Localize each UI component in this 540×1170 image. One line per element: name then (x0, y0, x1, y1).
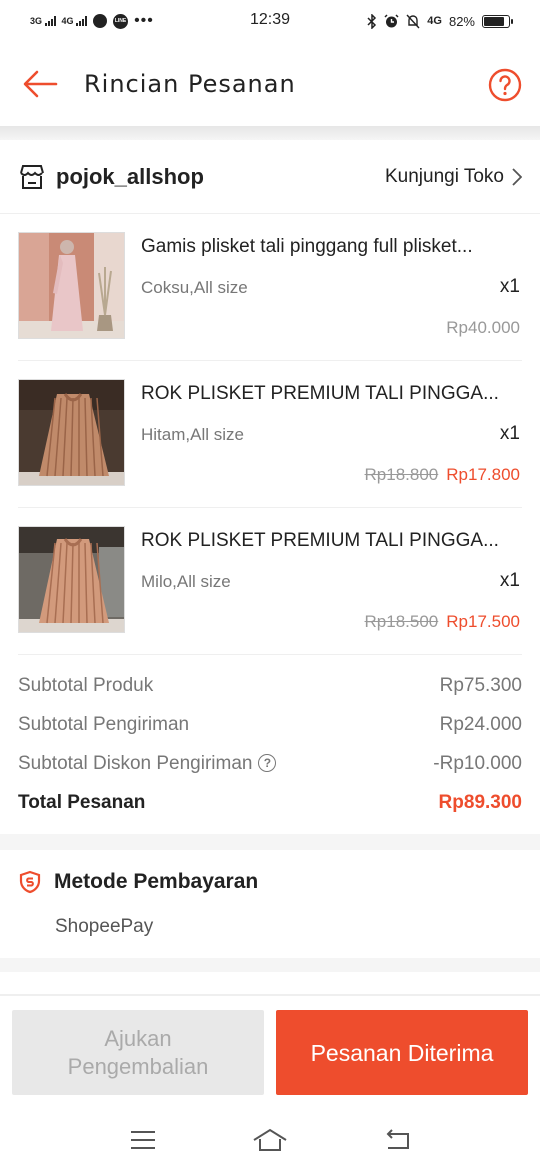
order-summary: Subtotal Produk Rp75.300 Subtotal Pengir… (18, 666, 522, 822)
header-divider (0, 126, 540, 140)
subtotal-product-label: Subtotal Produk (18, 674, 154, 696)
home-icon (253, 1128, 287, 1151)
help-button[interactable] (488, 68, 522, 102)
subtotal-product-value: Rp75.300 (439, 674, 522, 696)
product-image (18, 526, 125, 633)
product-name: ROK PLISKET PREMIUM TALI PINGGA... (141, 383, 499, 404)
request-return-label-line1: Ajukan (104, 1025, 172, 1051)
request-return-label-line2: Pengembalian (67, 1053, 209, 1079)
status-bar: 3G 4G LINE ••• 12:39 4G 82% (0, 0, 540, 42)
visit-shop-label: Kunjungi Toko (384, 165, 504, 187)
order-item[interactable]: ROK PLISKET PREMIUM TALI PINGGA... Hitam… (18, 361, 522, 508)
shipping-discount-value: -Rp10.000 (433, 752, 522, 774)
product-quantity: x1 (499, 276, 520, 297)
subtotal-shipping-label: Subtotal Pengiriman (18, 713, 190, 735)
product-price: Rp18.800 Rp17.800 (365, 465, 520, 485)
subtotal-shipping-value: Rp24.000 (439, 713, 522, 735)
shield-icon (19, 870, 41, 894)
product-price: Rp40.000 (446, 318, 520, 338)
shipping-discount-row: Subtotal Diskon Pengiriman? -Rp10.000 (18, 744, 522, 783)
request-return-button[interactable]: Ajukan Pengembalian (12, 1010, 264, 1095)
payment-method-section: Metode Pembayaran ShopeePay (0, 850, 540, 958)
order-item[interactable]: Gamis plisket tali pinggang full plisket… (18, 214, 522, 361)
product-quantity: x1 (499, 423, 520, 444)
shop-row: pojok_allshop Kunjungi Toko (0, 140, 540, 214)
price-original: Rp18.500 (364, 612, 439, 631)
product-quantity: x1 (499, 570, 520, 591)
shop-name: pojok_allshop (56, 163, 204, 189)
back-nav-button[interactable] (377, 1120, 417, 1160)
section-divider (0, 958, 540, 972)
product-name: ROK PLISKET PREMIUM TALI PINGGA... (141, 530, 499, 551)
product-variant: Coksu,All size (141, 278, 248, 297)
product-name: Gamis plisket tali pinggang full plisket… (141, 236, 473, 257)
bottom-bar-divider (0, 994, 540, 996)
app-header: Rincian Pesanan (0, 42, 540, 126)
payment-method-title: Metode Pembayaran (54, 870, 259, 893)
product-variant: Milo,All size (141, 572, 231, 591)
subtotal-product-row: Subtotal Produk Rp75.300 (18, 666, 522, 705)
shop-icon (20, 164, 44, 189)
price-discounted: Rp17.800 (446, 465, 520, 484)
product-variant: Hitam,All size (141, 425, 244, 444)
price-discounted: Rp17.500 (446, 612, 520, 631)
back-button[interactable] (0, 42, 80, 126)
question-circle-icon (488, 68, 522, 102)
back-nav-icon (386, 1129, 409, 1149)
question-circle-icon[interactable]: ? (258, 754, 277, 773)
order-received-button[interactable]: Pesanan Diterima (276, 1010, 528, 1095)
order-total-label: Total Pesanan (18, 791, 146, 813)
page-title: Rincian Pesanan (84, 70, 296, 98)
system-nav-bar (0, 1110, 540, 1170)
clock: 12:39 (249, 11, 291, 28)
price-original: Rp18.800 (364, 465, 439, 484)
product-image (18, 232, 125, 339)
section-divider (0, 834, 540, 850)
payment-method-value: ShopeePay (55, 916, 154, 937)
product-price: Rp18.500 Rp17.500 (365, 612, 520, 632)
order-total-value: Rp89.300 (438, 791, 522, 813)
chevron-right-icon (512, 167, 522, 186)
subtotal-shipping-row: Subtotal Pengiriman Rp24.000 (18, 705, 522, 744)
arrow-left-icon (23, 70, 58, 98)
shipping-discount-label: Subtotal Diskon Pengiriman (18, 752, 253, 774)
product-image (18, 379, 125, 486)
order-item[interactable]: ROK PLISKET PREMIUM TALI PINGGA... Milo,… (18, 508, 522, 655)
price-original: Rp40.000 (446, 318, 520, 337)
recent-apps-button[interactable] (123, 1120, 163, 1160)
order-total-row: Total Pesanan Rp89.300 (18, 783, 522, 822)
battery-icon (482, 14, 513, 28)
menu-icon (131, 1131, 156, 1149)
visit-shop-link[interactable]: Kunjungi Toko (385, 166, 522, 188)
home-button[interactable] (250, 1120, 290, 1160)
